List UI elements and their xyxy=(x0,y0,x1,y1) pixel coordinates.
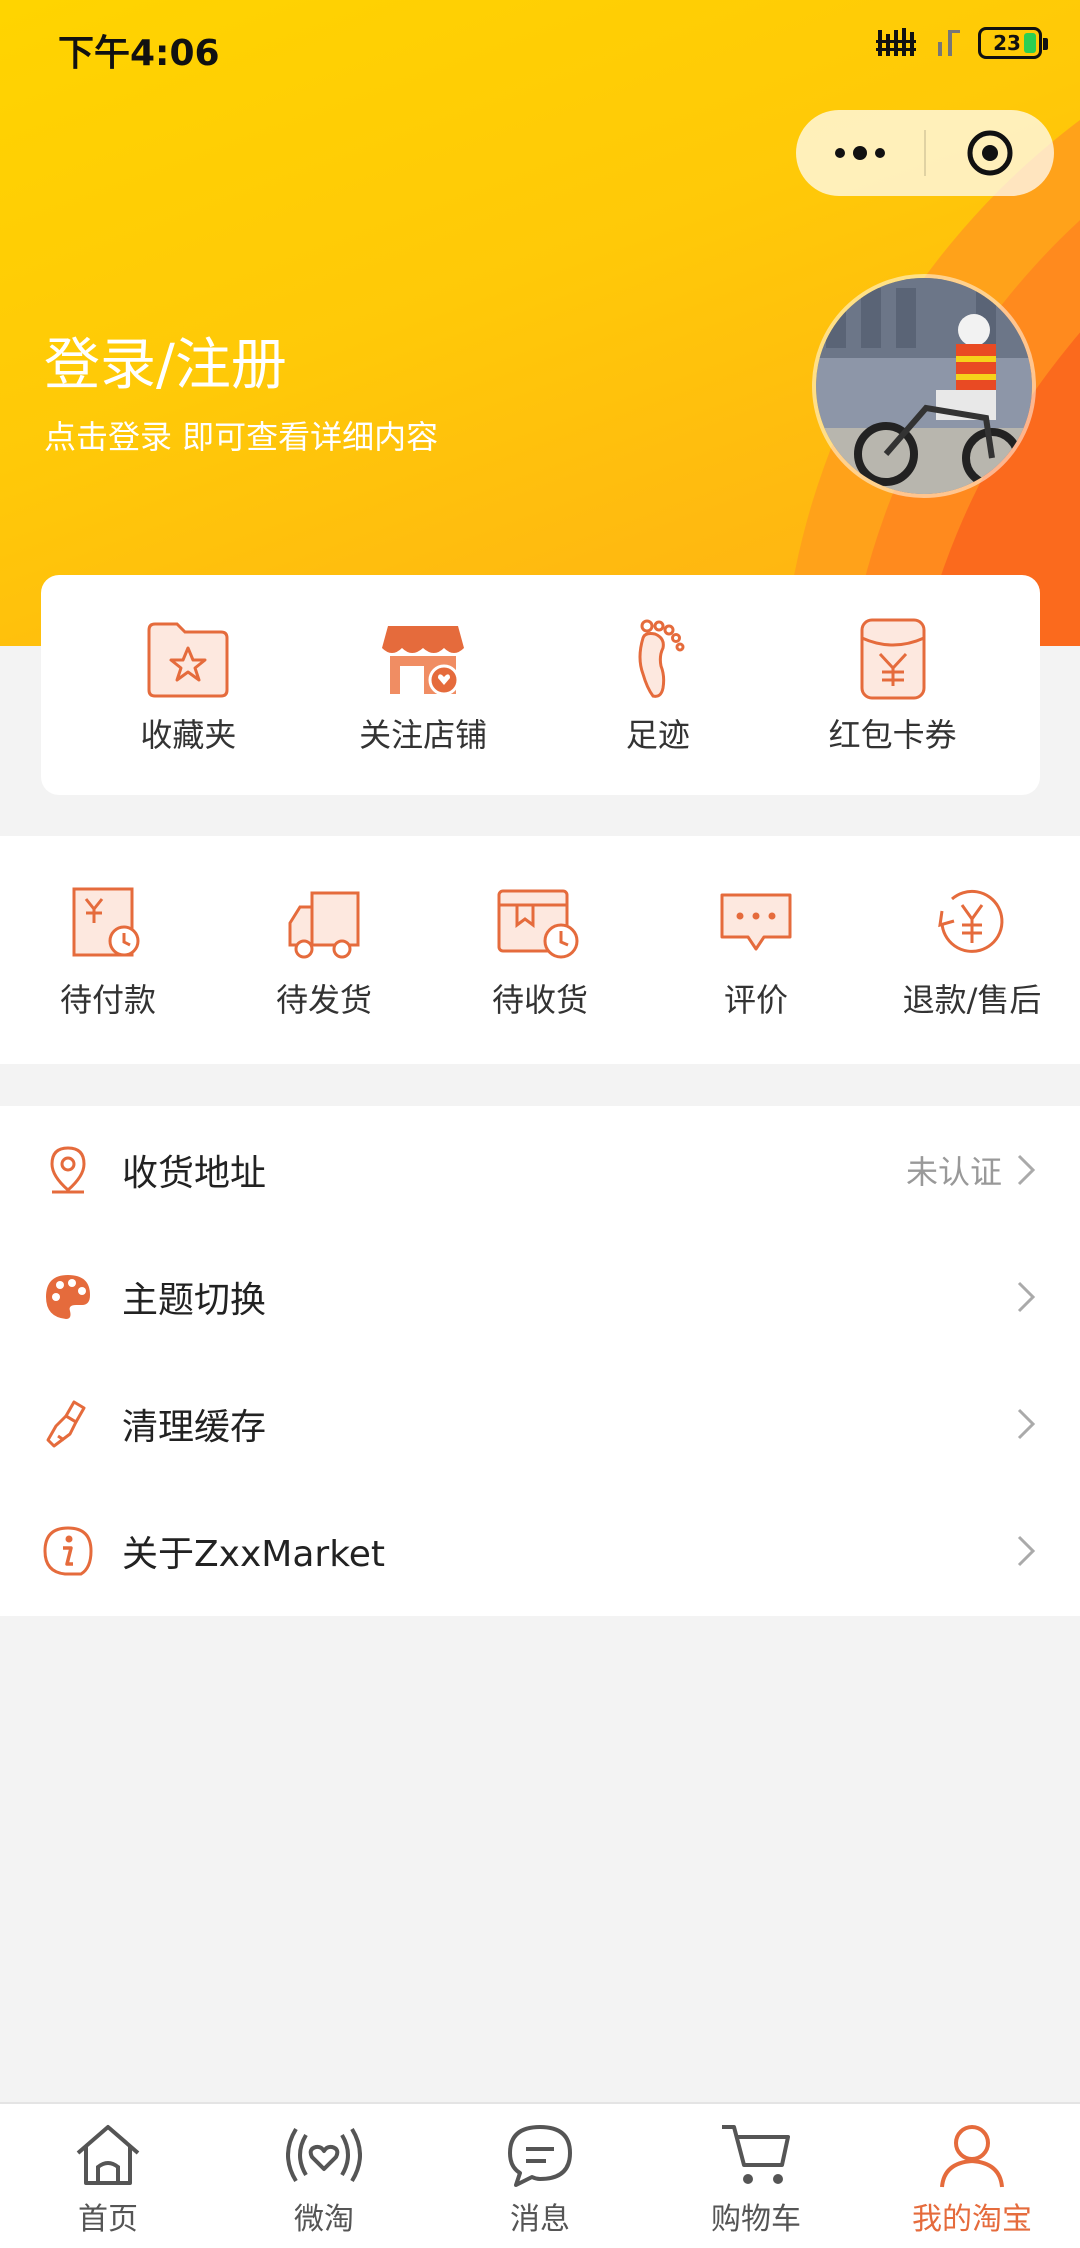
truck-icon xyxy=(276,879,372,967)
close-miniprogram-button[interactable] xyxy=(926,110,1054,196)
signal-icon xyxy=(876,28,916,56)
quick-link-label: 关注店铺 xyxy=(359,716,488,754)
quick-link-footprints[interactable]: 足迹 xyxy=(558,614,758,756)
settings-row-label: 收货地址 xyxy=(122,1152,267,1194)
status-time: 下午4:06 xyxy=(58,33,220,74)
cart-icon xyxy=(716,2118,796,2192)
order-label: 待付款 xyxy=(59,981,156,1019)
order-label: 待发货 xyxy=(275,981,372,1019)
order-label: 评价 xyxy=(723,981,788,1019)
favorites-folder-icon xyxy=(140,614,236,704)
tab-messages[interactable]: 消息 xyxy=(432,2104,648,2248)
broadcast-heart-icon xyxy=(284,2118,364,2192)
user-icon xyxy=(932,2118,1012,2192)
tab-label: 我的淘宝 xyxy=(912,2202,1032,2237)
order-review[interactable]: 评价 xyxy=(648,879,864,1021)
quick-link-label: 红包卡券 xyxy=(828,716,957,754)
tab-label: 首页 xyxy=(78,2202,138,2237)
coupon-icon xyxy=(845,614,941,704)
status-bar: 下午4:06 23 xyxy=(0,0,1080,96)
tab-weitao[interactable]: 微淘 xyxy=(216,2104,432,2248)
order-status-row: 待付款 待发货 待收货 评价 退款/售后 xyxy=(0,836,1080,1064)
target-icon xyxy=(967,130,1013,176)
music-note-icon xyxy=(938,30,960,56)
refund-icon xyxy=(924,879,1020,967)
quick-links-card: 收藏夹 关注店铺 足迹 红包卡券 xyxy=(41,575,1040,795)
order-pending-shipment[interactable]: 待发货 xyxy=(216,879,432,1021)
more-options-button[interactable] xyxy=(796,110,924,196)
settings-row-label: 清理缓存 xyxy=(122,1406,267,1448)
settings-row-clear-cache[interactable]: 清理缓存 xyxy=(0,1360,1080,1487)
home-icon xyxy=(68,2118,148,2192)
quick-link-followed-stores[interactable]: 关注店铺 xyxy=(323,614,523,756)
login-register-title[interactable]: 登录/注册 xyxy=(44,320,287,401)
location-pin-icon xyxy=(40,1142,96,1198)
battery-indicator: 23 xyxy=(978,27,1048,59)
tab-cart[interactable]: 购物车 xyxy=(648,2104,864,2248)
settings-list: 收货地址 未认证 主题切换 清理缓存 关于ZxxMarket xyxy=(0,1106,1080,1616)
quick-link-label: 收藏夹 xyxy=(140,716,237,754)
footprint-icon xyxy=(610,614,706,704)
order-refund-aftersales[interactable]: 退款/售后 xyxy=(864,879,1080,1021)
settings-row-about[interactable]: 关于ZxxMarket xyxy=(0,1487,1080,1614)
verification-status: 未认证 xyxy=(905,1152,1002,1191)
tab-label: 微淘 xyxy=(294,2202,354,2237)
tab-home[interactable]: 首页 xyxy=(0,2104,216,2248)
chevron-right-icon xyxy=(1012,1531,1040,1571)
login-hint-text: 点击登录 即可查看详细内容 xyxy=(44,418,439,456)
store-icon xyxy=(375,614,471,704)
tab-label: 购物车 xyxy=(711,2202,801,2237)
more-dots-icon xyxy=(835,146,885,160)
tab-label: 消息 xyxy=(510,2202,570,2237)
settings-row-label: 主题切换 xyxy=(122,1279,267,1321)
profile-header: 下午4:06 23 登录/注册 点击登录 即可查看详细内容 xyxy=(0,0,1080,646)
quick-link-favorites[interactable]: 收藏夹 xyxy=(88,614,288,756)
pending-payment-icon xyxy=(60,879,156,967)
battery-level: 23 xyxy=(993,31,1021,55)
comment-icon xyxy=(708,879,804,967)
order-pending-payment[interactable]: 待付款 xyxy=(0,879,216,1021)
avatar-photo xyxy=(816,278,1032,494)
bottom-tab-bar: 首页 微淘 消息 购物车 我的淘宝 xyxy=(0,2102,1080,2248)
settings-row-label: 关于ZxxMarket xyxy=(122,1533,386,1575)
settings-row-shipping-address[interactable]: 收货地址 未认证 xyxy=(0,1106,1080,1233)
order-label: 退款/售后 xyxy=(902,981,1042,1019)
order-label: 待收货 xyxy=(491,981,588,1019)
status-icons: 23 xyxy=(876,26,1048,60)
chevron-right-icon xyxy=(1012,1150,1040,1190)
quick-link-label: 足迹 xyxy=(625,716,690,754)
info-icon xyxy=(40,1523,96,1579)
quick-link-coupons[interactable]: 红包卡券 xyxy=(793,614,993,756)
settings-row-theme-switch[interactable]: 主题切换 xyxy=(0,1233,1080,1360)
avatar[interactable] xyxy=(812,274,1036,498)
broom-icon xyxy=(40,1396,96,1452)
chevron-right-icon xyxy=(1012,1277,1040,1317)
message-icon xyxy=(500,2118,580,2192)
pending-receipt-icon xyxy=(492,879,588,967)
order-pending-receipt[interactable]: 待收货 xyxy=(432,879,648,1021)
tab-my-taobao[interactable]: 我的淘宝 xyxy=(864,2104,1080,2248)
palette-icon xyxy=(40,1269,96,1325)
chevron-right-icon xyxy=(1012,1404,1040,1444)
miniprogram-capsule xyxy=(796,110,1054,196)
